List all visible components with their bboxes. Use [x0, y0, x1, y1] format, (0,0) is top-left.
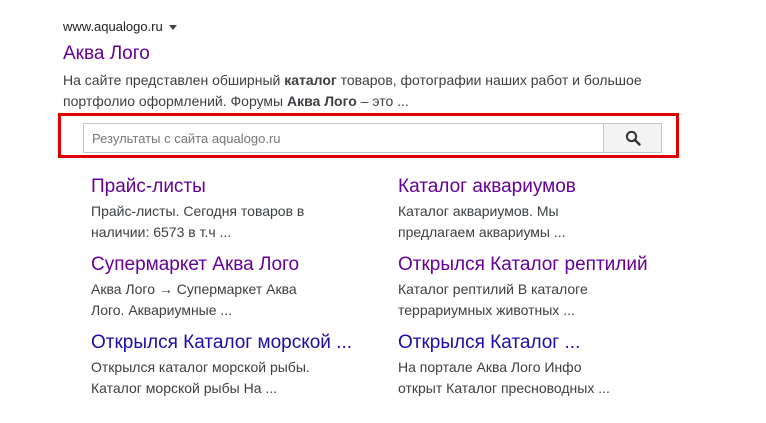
snippet-highlight: Аква Лого: [287, 93, 357, 109]
sitelink-description: Каталог аквариумов. Мы предлагаем аквари…: [398, 203, 566, 240]
sitelink-item: Открылся Каталог рептилий Каталог рептил…: [398, 253, 705, 321]
site-search-form: [83, 123, 662, 153]
sitelink-item: Открылся Каталог ... На портале Аква Лог…: [398, 331, 705, 399]
sitelink-title[interactable]: Открылся Каталог рептилий: [398, 253, 705, 277]
snippet-text: На сайте представлен обширный: [63, 72, 285, 88]
sitelink-title[interactable]: Супермаркет Аква Лого: [91, 253, 398, 277]
sitelink-description: На портале Аква Лого Инфо открыт Каталог…: [398, 359, 610, 396]
sitelink-item: Каталог аквариумов Каталог аквариумов. М…: [398, 175, 705, 243]
search-result-page: www.aqualogo.ru Аква Лого На сайте предс…: [0, 0, 766, 423]
sitelink-title[interactable]: Открылся Каталог морской ...: [91, 331, 398, 355]
sitelink-title[interactable]: Открылся Каталог ...: [398, 331, 705, 355]
snippet-highlight: каталог: [284, 72, 337, 88]
search-icon: [625, 130, 641, 146]
sitelink-item: Открылся Каталог морской ... Открылся ка…: [91, 331, 398, 399]
sitelinks-grid: Прайс-листы Прайс-листы. Сегодня товаров…: [91, 175, 711, 399]
sitelink-description: Аква Лого → Супермаркет Аква Лого. Аквар…: [91, 281, 297, 318]
sitelink-description: Каталог рептилий В каталоге террариумных…: [398, 281, 588, 318]
sitelink-description: Открылся каталог морской рыбы. Каталог м…: [91, 359, 310, 396]
result-url-line: www.aqualogo.ru: [63, 18, 177, 36]
sitelink-item: Супермаркет Аква Лого Аква Лого → Суперм…: [91, 253, 398, 321]
snippet-text: – это ...: [356, 93, 409, 109]
chevron-down-icon[interactable]: [168, 25, 177, 30]
result-snippet: На сайте представлен обширный каталог то…: [63, 70, 663, 112]
result-display-url[interactable]: www.aqualogo.ru: [63, 18, 163, 36]
sitelink-title[interactable]: Каталог аквариумов: [398, 175, 705, 199]
sitelink-title[interactable]: Прайс-листы: [91, 175, 398, 199]
site-search-input[interactable]: [83, 123, 603, 153]
sitelink-description: Прайс-листы. Сегодня товаров в наличии: …: [91, 203, 305, 240]
site-search-button[interactable]: [603, 123, 662, 153]
result-title-link[interactable]: Аква Лого: [63, 42, 150, 66]
sitelink-item: Прайс-листы Прайс-листы. Сегодня товаров…: [91, 175, 398, 243]
